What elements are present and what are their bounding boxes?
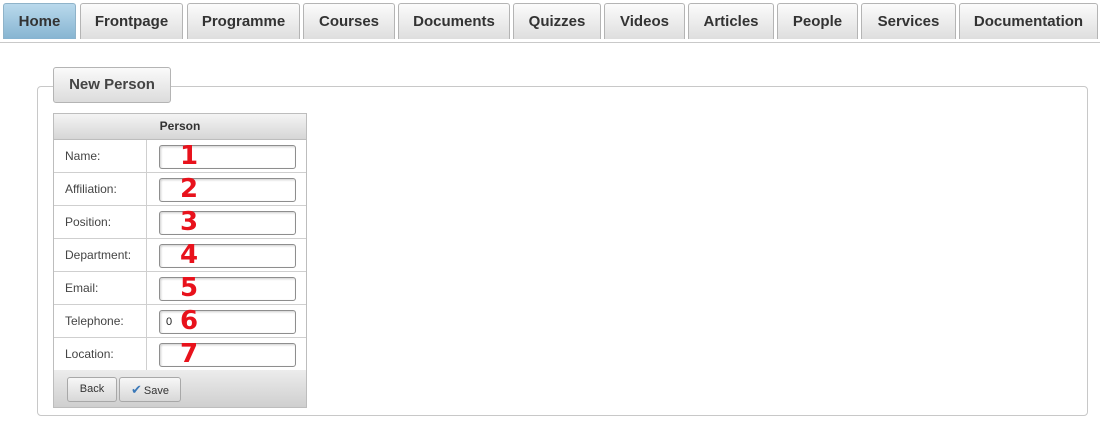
tab-people[interactable]: People	[777, 3, 858, 39]
name-row: Name: 1	[54, 140, 306, 173]
name-input[interactable]	[159, 145, 296, 169]
tab-quizzes[interactable]: Quizzes	[513, 3, 601, 39]
tab-frontpage[interactable]: Frontpage	[80, 3, 183, 39]
main-nav-tabs: Home Frontpage Programme Courses Documen…	[0, 0, 1100, 43]
position-input[interactable]	[159, 211, 296, 235]
name-label: Name:	[54, 140, 147, 172]
email-input[interactable]	[159, 277, 296, 301]
location-row: Location: 7	[54, 338, 306, 371]
department-input[interactable]	[159, 244, 296, 268]
save-button-label: Save	[143, 385, 169, 397]
check-icon: ✔	[131, 382, 142, 397]
person-form: Person Name: 1 Affiliation: 2 Position: …	[53, 113, 307, 408]
tab-home[interactable]: Home	[3, 3, 76, 39]
form-toolbar: Back ✔ Save	[54, 370, 306, 407]
tab-documents[interactable]: Documents	[398, 3, 510, 39]
location-label: Location:	[54, 338, 147, 370]
page: Home Frontpage Programme Courses Documen…	[0, 0, 1100, 421]
position-label: Position:	[54, 206, 147, 238]
email-label: Email:	[54, 272, 147, 304]
tab-documentation[interactable]: Documentation	[959, 3, 1098, 39]
affiliation-input[interactable]	[159, 178, 296, 202]
department-row: Department: 4	[54, 239, 306, 272]
telephone-label: Telephone:	[54, 305, 147, 337]
tab-articles[interactable]: Articles	[688, 3, 774, 39]
tab-videos[interactable]: Videos	[604, 3, 685, 39]
tab-courses[interactable]: Courses	[303, 3, 395, 39]
tab-programme[interactable]: Programme	[187, 3, 300, 39]
location-input[interactable]	[159, 343, 296, 367]
affiliation-label: Affiliation:	[54, 173, 147, 205]
telephone-row: Telephone: 6	[54, 305, 306, 338]
save-button[interactable]: ✔ Save	[119, 377, 181, 402]
fieldset-legend: New Person	[53, 67, 171, 103]
department-label: Department:	[54, 239, 147, 271]
back-button-label: Back	[79, 383, 105, 395]
back-button[interactable]: Back	[67, 377, 117, 402]
position-row: Position: 3	[54, 206, 306, 239]
email-row: Email: 5	[54, 272, 306, 305]
affiliation-row: Affiliation: 2	[54, 173, 306, 206]
telephone-input[interactable]	[159, 310, 296, 334]
tab-services[interactable]: Services	[861, 3, 956, 39]
form-header: Person	[54, 114, 306, 140]
